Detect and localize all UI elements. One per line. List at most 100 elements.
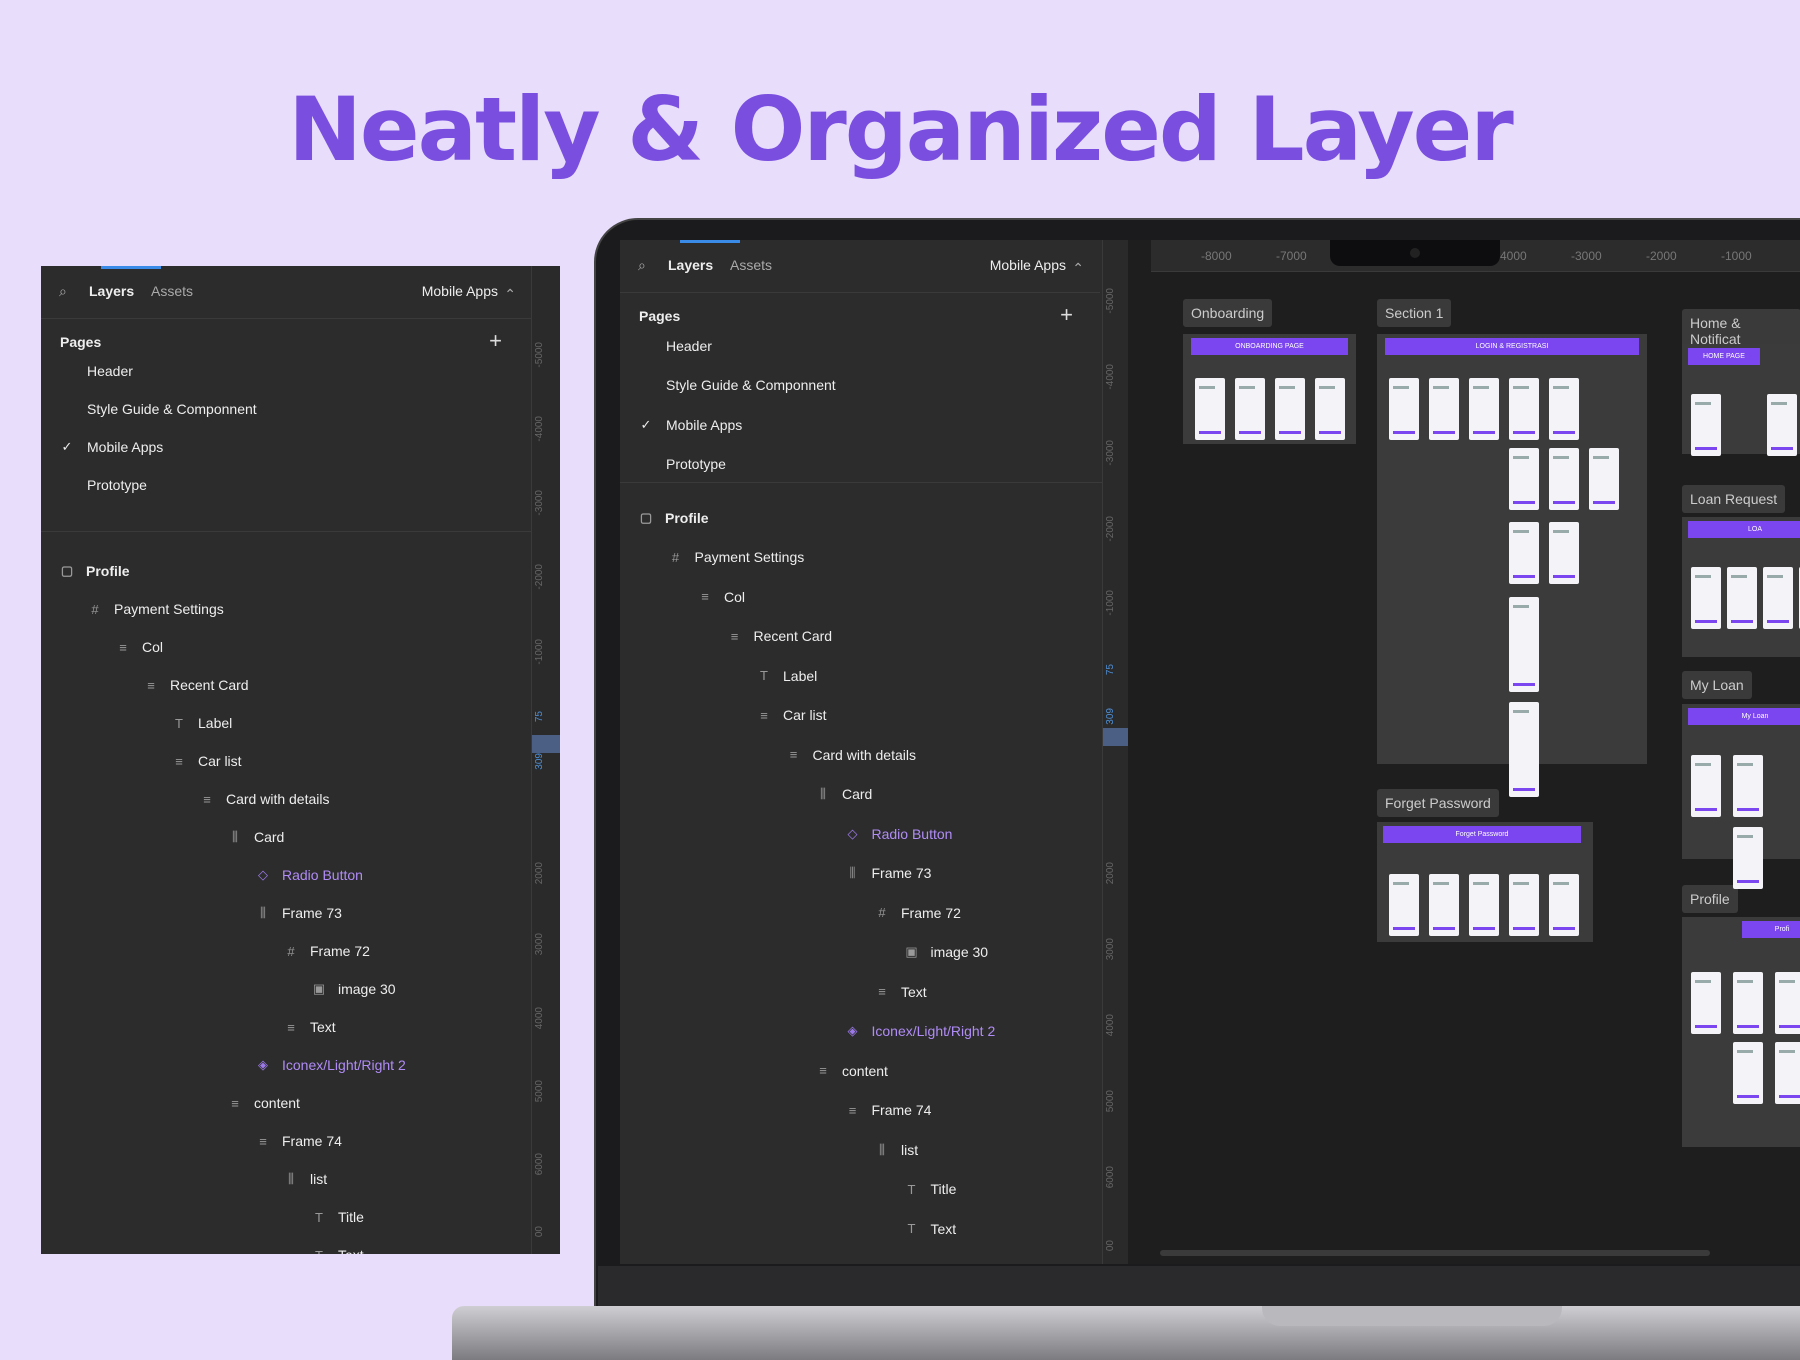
screen-thumbnail[interactable] <box>1549 448 1579 510</box>
layer-row[interactable]: T Text <box>905 1209 957 1249</box>
layer-row[interactable]: ⫼ list <box>284 1160 327 1198</box>
screen-thumbnail[interactable] <box>1691 394 1721 456</box>
screen-thumbnail[interactable] <box>1275 378 1305 440</box>
screen-thumbnail[interactable] <box>1509 702 1539 797</box>
screen-thumbnail[interactable] <box>1389 874 1419 936</box>
screen-thumbnail[interactable] <box>1389 378 1419 440</box>
layer-row[interactable]: ≡ Col <box>698 577 745 617</box>
layer-row[interactable]: ≡ Card with details <box>787 735 916 775</box>
search-icon[interactable]: ⌕ <box>638 257 646 274</box>
page-item[interactable]: Header <box>639 326 712 366</box>
layer-row[interactable]: T Title <box>312 1198 364 1236</box>
layer-row[interactable]: ◇ Radio Button <box>256 856 363 894</box>
page-item[interactable]: Header <box>60 352 133 390</box>
screen-thumbnail[interactable] <box>1509 597 1539 692</box>
layer-row[interactable]: ▢ Profile <box>639 498 709 538</box>
screen-thumbnail[interactable] <box>1549 378 1579 440</box>
layer-row[interactable]: ≡ Frame 74 <box>846 1091 932 1131</box>
chevron-up-icon[interactable]: ⌃ <box>504 286 516 303</box>
layer-row[interactable]: ≡ Car list <box>172 742 241 780</box>
page-item[interactable]: Style Guide & Componnent <box>639 366 836 406</box>
add-page-icon[interactable]: + <box>1060 304 1073 326</box>
screen-thumbnail[interactable] <box>1733 1042 1763 1104</box>
screen-thumbnail[interactable] <box>1727 567 1757 629</box>
page-item[interactable]: ✓ Mobile Apps <box>60 428 164 466</box>
layer-row[interactable]: T Title <box>905 1170 957 1210</box>
tab-layers[interactable]: Layers <box>668 257 713 273</box>
screen-thumbnail[interactable] <box>1691 972 1721 1034</box>
layer-row[interactable]: ▣ image 30 <box>312 970 396 1008</box>
horizontal-scrollbar[interactable] <box>1160 1250 1710 1256</box>
page-item[interactable]: Prototype <box>639 445 726 485</box>
screen-thumbnail[interactable] <box>1763 567 1793 629</box>
tab-layers[interactable]: Layers <box>89 283 134 299</box>
page-item[interactable]: Prototype <box>60 466 147 504</box>
layer-row[interactable]: ≡ Recent Card <box>728 617 832 657</box>
screen-thumbnail[interactable] <box>1469 874 1499 936</box>
section-label[interactable]: Loan Request <box>1682 485 1786 513</box>
layer-row[interactable]: ≡ content <box>816 1051 888 1091</box>
layer-row[interactable]: T Label <box>172 704 232 742</box>
layer-row[interactable]: ▢ Profile <box>60 552 130 590</box>
layer-row[interactable]: T Text <box>312 1236 364 1254</box>
page-selector[interactable]: Mobile Apps <box>422 283 498 299</box>
screen-thumbnail[interactable] <box>1691 755 1721 817</box>
tab-assets[interactable]: Assets <box>730 257 772 273</box>
screen-thumbnail[interactable] <box>1429 378 1459 440</box>
screen-thumbnail[interactable] <box>1509 448 1539 510</box>
search-icon[interactable]: ⌕ <box>59 283 67 300</box>
layer-row[interactable]: ≡ Recent Card <box>144 666 248 704</box>
screen-thumbnail[interactable] <box>1195 378 1225 440</box>
layer-row[interactable]: ≡ Card with details <box>200 780 329 818</box>
screen-thumbnail[interactable] <box>1549 874 1579 936</box>
layer-row[interactable]: ⫼ Card <box>228 818 284 856</box>
layer-row[interactable]: # Payment Settings <box>669 538 804 578</box>
screen-thumbnail[interactable] <box>1733 972 1763 1034</box>
screen-thumbnail[interactable] <box>1469 378 1499 440</box>
section-label[interactable]: Forget Password <box>1377 789 1499 817</box>
screen-thumbnail[interactable] <box>1429 874 1459 936</box>
layer-row[interactable]: T Label <box>757 656 817 696</box>
section-label[interactable]: Profile <box>1682 885 1738 913</box>
layer-row[interactable]: ≡ Car list <box>757 696 826 736</box>
screen-thumbnail[interactable] <box>1775 1042 1800 1104</box>
page-item[interactable]: Style Guide & Componnent <box>60 390 257 428</box>
section-label[interactable]: Onboarding <box>1183 299 1273 327</box>
layer-row[interactable]: ⫼ Frame 73 <box>846 854 932 894</box>
layer-row[interactable]: ⫼ list <box>875 1130 918 1170</box>
screen-thumbnail[interactable] <box>1509 874 1539 936</box>
design-canvas[interactable]: Onboarding ONBOARDING PAGE Section 1 LOGIN … <box>1151 272 1800 1264</box>
layer-row[interactable]: ◈ Iconex/Light/Right 2 <box>846 1012 996 1052</box>
layer-row[interactable]: ⫼ Card <box>816 775 872 815</box>
layer-row[interactable]: ▣ image 30 <box>905 933 988 973</box>
screen-thumbnail[interactable] <box>1691 567 1721 629</box>
layer-row[interactable]: # Frame 72 <box>875 893 961 933</box>
layer-row[interactable]: # Frame 72 <box>284 932 370 970</box>
screen-thumbnail[interactable] <box>1549 522 1579 584</box>
page-selector[interactable]: Mobile Apps <box>990 257 1066 273</box>
layer-row[interactable]: ◇ Radio Button <box>846 814 953 854</box>
layer-row[interactable]: ≡ Text <box>284 1008 335 1046</box>
layer-row[interactable]: ◈ Iconex/Light/Right 2 <box>256 1046 406 1084</box>
tab-assets[interactable]: Assets <box>151 283 193 299</box>
section-label[interactable]: My Loan <box>1682 671 1752 699</box>
screen-thumbnail[interactable] <box>1315 378 1345 440</box>
layer-row[interactable]: ≡ Text <box>875 972 926 1012</box>
page-item[interactable]: ✓ Mobile Apps <box>639 405 743 445</box>
layer-row[interactable]: ⫼ Frame 73 <box>256 894 342 932</box>
screen-thumbnail[interactable] <box>1775 972 1800 1034</box>
screen-thumbnail[interactable] <box>1589 448 1619 510</box>
layer-row[interactable]: ≡ Frame 74 <box>256 1122 342 1160</box>
add-page-icon[interactable]: + <box>489 330 502 352</box>
screen-thumbnail[interactable] <box>1235 378 1265 440</box>
layer-row[interactable]: ≡ Col <box>116 628 163 666</box>
chevron-up-icon[interactable]: ⌃ <box>1072 260 1084 277</box>
screen-thumbnail[interactable] <box>1733 755 1763 817</box>
section-label[interactable]: Section 1 <box>1377 299 1452 327</box>
screen-thumbnail[interactable] <box>1733 827 1763 889</box>
layer-row[interactable]: # Payment Settings <box>88 590 223 628</box>
screen-thumbnail[interactable] <box>1509 378 1539 440</box>
layer-row[interactable]: ≡ content <box>228 1084 300 1122</box>
screen-thumbnail[interactable] <box>1509 522 1539 584</box>
screen-thumbnail[interactable] <box>1767 394 1797 456</box>
